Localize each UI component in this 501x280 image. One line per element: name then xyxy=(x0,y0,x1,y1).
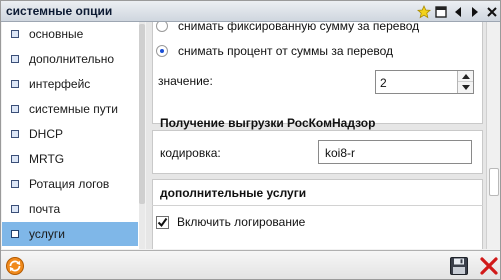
title-bar: системные опции xyxy=(1,1,500,22)
star-icon[interactable] xyxy=(417,4,431,19)
bullet-icon xyxy=(11,80,19,88)
logging-checkbox[interactable] xyxy=(156,215,169,229)
sidebar-item-interface[interactable]: интерфейс xyxy=(2,72,138,96)
section-title-additional-services: дополнительные услуги xyxy=(160,186,307,200)
sidebar-item-label: MRTG xyxy=(29,152,65,166)
sidebar-scroll-thumb[interactable] xyxy=(139,24,145,204)
bullet-icon xyxy=(11,205,19,213)
sidebar-item-label: системные пути xyxy=(29,102,118,116)
spin-up-icon[interactable] xyxy=(458,71,473,82)
sidebar-item-label: Ротация логов xyxy=(29,177,110,191)
spin-down-icon[interactable] xyxy=(458,82,473,93)
sidebar-item-label: интерфейс xyxy=(29,77,91,91)
system-options-window: системные опции основные дополнительно и… xyxy=(0,0,501,280)
logging-checkbox-row[interactable]: Включить логирование xyxy=(156,213,305,231)
radio-button[interactable] xyxy=(156,45,168,57)
radio-fixed-sum[interactable]: снимать фиксированную сумму за перевод xyxy=(156,22,419,35)
bullet-icon xyxy=(11,180,19,188)
status-bar xyxy=(1,250,500,279)
options-sidebar: основные дополнительно интерфейс системн… xyxy=(2,22,145,249)
logging-label: Включить логирование xyxy=(177,215,306,229)
sidebar-item-system-paths[interactable]: системные пути xyxy=(2,97,138,121)
encoding-input[interactable]: koi8-r xyxy=(318,140,472,164)
bullet-icon xyxy=(11,230,19,238)
section-title-roskomnadzor: Получение выгрузки РосКомНадзор xyxy=(160,116,376,130)
sidebar-item-label: почта xyxy=(29,202,61,216)
close-icon[interactable] xyxy=(485,5,499,19)
sidebar-item-label: DHCP xyxy=(29,127,64,141)
bullet-icon xyxy=(11,155,19,163)
radio-percent-label: снимать процент от суммы за перевод xyxy=(178,44,394,58)
sidebar-item-mrtg[interactable]: MRTG xyxy=(2,147,138,171)
sidebar-item-label: дополнительно xyxy=(29,52,115,66)
close-icon[interactable] xyxy=(479,256,499,276)
content-scrollbar[interactable] xyxy=(486,22,500,249)
sidebar-scrollbar[interactable] xyxy=(139,22,145,249)
sidebar-item-advanced[interactable]: дополнительно xyxy=(2,47,138,71)
refresh-icon[interactable] xyxy=(5,256,25,276)
bullet-icon xyxy=(11,30,19,38)
value-label: значение: xyxy=(158,74,213,88)
encoding-input-value[interactable]: koi8-r xyxy=(325,146,355,160)
arrow-right-icon[interactable] xyxy=(468,5,482,19)
value-spinner-value[interactable]: 2 xyxy=(380,76,387,90)
radio-fixed-sum-label: снимать фиксированную сумму за перевод xyxy=(178,22,420,33)
encoding-label: кодировка: xyxy=(160,146,221,160)
spinner-buttons xyxy=(457,71,473,93)
window-title: системные опции xyxy=(6,4,113,18)
radio-percent[interactable]: снимать процент от суммы за перевод xyxy=(156,42,393,60)
sidebar-item-log-rotation[interactable]: Ротация логов xyxy=(2,172,138,196)
options-content: снимать фиксированную сумму за перевод с… xyxy=(146,22,486,249)
sidebar-item-mail[interactable]: почта xyxy=(2,197,138,221)
value-spinner[interactable]: 2 xyxy=(375,70,474,94)
sidebar-item-label: услуги xyxy=(29,227,65,241)
section-divider xyxy=(152,205,483,206)
radio-button[interactable] xyxy=(156,22,168,32)
sidebar-item-services[interactable]: услуги xyxy=(2,222,138,246)
sidebar-item-basic[interactable]: основные xyxy=(2,22,138,46)
bullet-icon xyxy=(11,130,19,138)
maximize-icon[interactable] xyxy=(434,5,448,19)
content-scroll-thumb[interactable] xyxy=(489,168,499,196)
bullet-icon xyxy=(11,55,19,63)
title-bar-icons xyxy=(417,4,499,19)
bullet-icon xyxy=(11,105,19,113)
arrow-left-icon[interactable] xyxy=(451,5,465,19)
sidebar-item-dhcp[interactable]: DHCP xyxy=(2,122,138,146)
save-icon[interactable] xyxy=(449,256,469,276)
sidebar-item-label: основные xyxy=(29,27,84,41)
